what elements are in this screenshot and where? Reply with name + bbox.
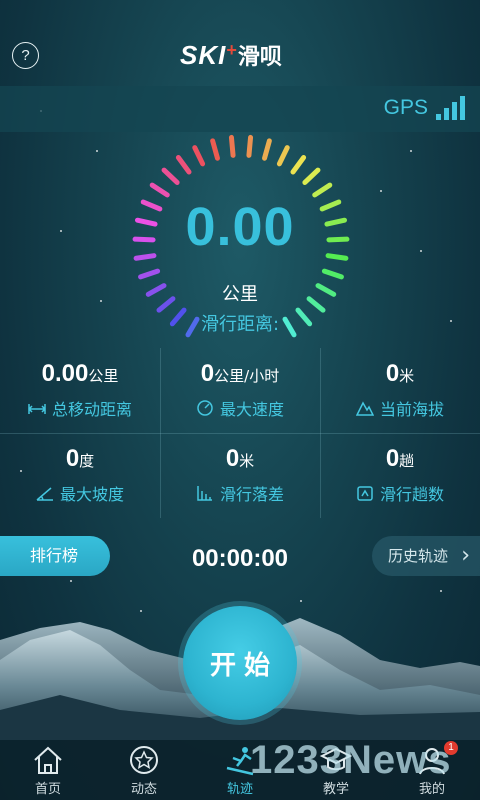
stat-unit: 米: [239, 452, 255, 470]
nav-track[interactable]: 轨迹: [192, 740, 288, 800]
gps-label: GPS: [383, 96, 428, 119]
home-icon: [34, 746, 62, 774]
header: ? SKI + 滑呗: [0, 0, 480, 86]
history-tracks-button[interactable]: 历史轨迹 ›: [372, 536, 480, 576]
altitude-icon: [355, 401, 374, 416]
stat-unit: 趟: [399, 452, 415, 470]
stat-value: 0: [385, 360, 400, 387]
stat-value: 0: [65, 445, 80, 472]
gauge-tick: [246, 134, 254, 158]
gauge-tick: [290, 154, 307, 175]
stat-value: 0: [385, 445, 400, 472]
gauge-tick: [276, 145, 290, 167]
logo-ski: SKI: [180, 39, 227, 70]
stat-label: 滑行落差: [219, 485, 284, 504]
stat-current-altitude: 0米 当前海拔: [320, 348, 480, 433]
speed-icon: [197, 400, 213, 416]
gps-status-bar: GPS: [0, 86, 480, 132]
chevron-right-icon: ›: [461, 543, 470, 568]
gauge-tick: [228, 134, 236, 158]
logo-name: 滑呗: [237, 45, 282, 70]
stat-label: 最大速度: [219, 400, 284, 419]
gauge-tick: [312, 182, 333, 198]
slope-icon: [36, 487, 53, 501]
stat-unit: 公里: [88, 367, 119, 385]
signal-icon: [436, 96, 466, 120]
bottom-nav: 首页 动态 轨迹 教学 1 我的: [0, 740, 480, 800]
gauge-tick: [321, 268, 344, 280]
gauge-tick: [175, 154, 192, 175]
stat-label: 当前海拔: [379, 400, 444, 419]
stat-run-count: 0趟 滑行趟数: [320, 433, 480, 518]
stat-max-slope: 0度 最大坡度: [0, 433, 160, 518]
app-logo: SKI + 滑呗: [180, 38, 282, 72]
stat-unit: 公里/小时: [214, 367, 280, 385]
elapsed-timer: 00:00:00: [191, 545, 289, 572]
gauge-tick: [210, 138, 220, 161]
nav-profile[interactable]: 1 我的: [384, 740, 480, 800]
teach-icon: [319, 747, 353, 771]
gauge-tick: [262, 138, 272, 161]
gauge-tick: [138, 268, 161, 280]
gauge-tick: [192, 145, 206, 167]
gauge-tick: [149, 182, 170, 198]
distance-icon: [27, 404, 46, 414]
leaderboard-button[interactable]: 排行榜: [0, 536, 110, 576]
logo-plus: +: [226, 39, 237, 60]
stat-label: 最大坡度: [59, 485, 124, 504]
distance-unit: 公里: [222, 284, 258, 305]
gauge-tick: [302, 167, 321, 185]
stat-value: 0: [225, 445, 240, 472]
stat-unit: 米: [399, 367, 415, 385]
drop-icon: [197, 486, 212, 501]
stat-max-speed: 0公里/小时 最大速度: [160, 348, 320, 433]
distance-value: 0.00: [185, 197, 295, 257]
stat-unit: 度: [79, 452, 95, 470]
history-label: 历史轨迹: [388, 547, 449, 565]
stat-value: 0: [200, 360, 215, 387]
track-icon: [226, 747, 254, 776]
activity-icon: [130, 746, 158, 774]
nav-label: 轨迹: [226, 782, 253, 797]
stat-label: 滑行趟数: [379, 485, 444, 504]
stat-total-distance: 0.00公里 总移动距离: [0, 348, 160, 433]
stat-label: 总移动距离: [51, 400, 132, 419]
nav-label: 首页: [34, 782, 61, 797]
distance-label: 滑行距离:: [200, 314, 280, 335]
gauge-tick: [161, 167, 180, 185]
stats-grid: 0.00公里 总移动距离 0公里/小时 最大速度 0米 当前海拔 0度 最大坡度…: [0, 348, 480, 518]
nav-label: 动态: [130, 782, 157, 797]
nav-activity[interactable]: 动态: [96, 740, 192, 800]
start-button[interactable]: 开始: [183, 606, 297, 720]
nav-label: 教学: [322, 782, 349, 797]
stat-value: 0.00: [41, 360, 89, 387]
nav-label: 我的: [418, 782, 445, 797]
nav-teach[interactable]: 教学: [288, 740, 384, 800]
nav-home[interactable]: 首页: [0, 740, 96, 800]
question-icon: ?: [21, 47, 30, 64]
notification-badge: 1: [444, 741, 458, 755]
runs-icon: [357, 486, 373, 501]
help-button[interactable]: ?: [12, 42, 39, 69]
stat-vertical-drop: 0米 滑行落差: [160, 433, 320, 518]
